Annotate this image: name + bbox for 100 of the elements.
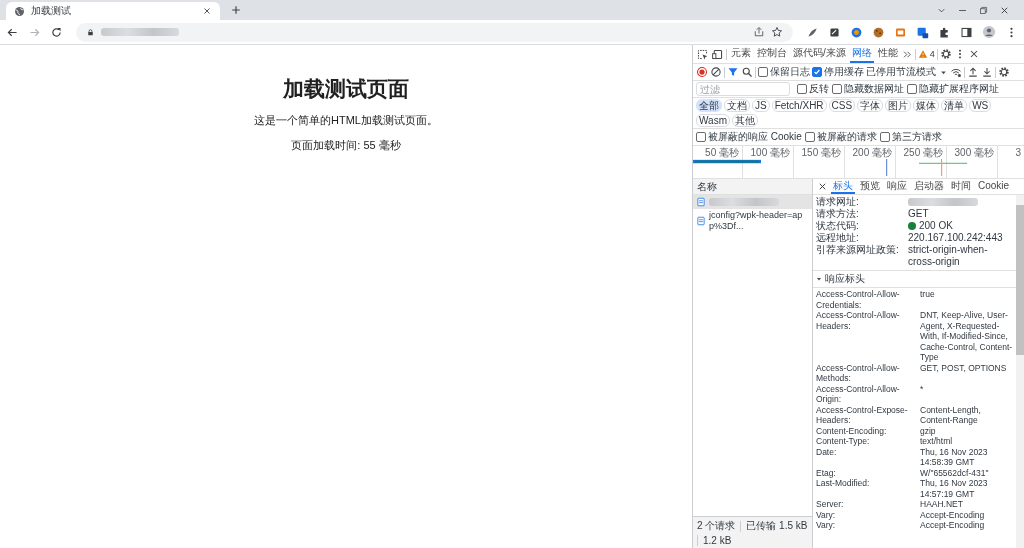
cookie-icon[interactable]: [872, 25, 885, 39]
throttling-dropdown[interactable]: 已停用节流模式: [866, 65, 948, 79]
issues-count: 4: [929, 49, 935, 59]
detail-tab[interactable]: 预览: [858, 179, 882, 194]
checkbox[interactable]: [696, 132, 706, 142]
header-name: Access-Control-Allow-Origin:: [816, 383, 901, 405]
extension-icon[interactable]: [916, 25, 929, 39]
column-header[interactable]: 名称: [693, 179, 812, 195]
checkbox-label: 隐藏扩展程序网址: [919, 82, 999, 96]
share-icon[interactable]: [753, 26, 765, 38]
clear-icon[interactable]: [710, 66, 722, 78]
header-value: gzip: [920, 425, 937, 436]
detail-tab[interactable]: 时间: [949, 179, 973, 194]
type-filter-button[interactable]: 清单: [941, 99, 968, 112]
type-filter-button[interactable]: 全部: [696, 99, 722, 112]
restore-icon[interactable]: [978, 4, 989, 16]
search-icon[interactable]: [741, 66, 753, 78]
detail-tab[interactable]: 响应: [885, 179, 909, 194]
checkbox-label: 停用缓存: [824, 65, 864, 79]
close-icon[interactable]: [202, 6, 212, 16]
type-filter-button[interactable]: CSS: [828, 99, 856, 112]
header-value: true: [920, 289, 936, 301]
header-name: Access-Control-Allow-Headers:: [816, 310, 901, 333]
checkbox[interactable]: [907, 84, 917, 94]
header-name: Access-Control-Allow-Credentials:: [816, 289, 901, 310]
checkbox[interactable]: [797, 84, 807, 94]
header-name: Vary:: [816, 509, 837, 520]
type-filter-button[interactable]: Wasm: [696, 114, 730, 127]
star-icon[interactable]: [771, 26, 783, 38]
download-icon[interactable]: [981, 66, 993, 78]
checkbox-label: 被屏蔽的请求: [816, 130, 877, 144]
sidebar-icon[interactable]: [960, 25, 973, 39]
checkbox-label: 被屏蔽的响应 Cookie: [708, 130, 802, 144]
header-name: 远程地址:: [816, 232, 860, 244]
avatar-icon[interactable]: [982, 25, 996, 39]
type-filter-button[interactable]: 其他: [731, 114, 758, 127]
checkbox[interactable]: [832, 84, 842, 94]
header-name: Etag:: [816, 467, 837, 478]
page-heading: 加载测试页面: [283, 76, 409, 102]
new-tab-icon[interactable]: [230, 4, 242, 16]
time-tick-label: 200 毫秒: [852, 147, 892, 159]
reload-icon[interactable]: [50, 25, 63, 39]
panel-tab[interactable]: 性能: [875, 45, 900, 63]
header-value: 220.167.100.242:443: [908, 232, 1004, 244]
header-name: Last-Modified:: [816, 478, 871, 490]
inspect-icon[interactable]: [696, 47, 709, 61]
section-header[interactable]: 响应标头: [813, 271, 1016, 288]
extension-icon[interactable]: [850, 25, 863, 39]
panel-tab[interactable]: 源代码/来源: [791, 45, 848, 63]
detail-tab[interactable]: 标头: [831, 179, 855, 194]
header-value: *: [920, 383, 925, 396]
close-icon[interactable]: [817, 181, 828, 192]
request-row[interactable]: jconfig?wpk-header=app%3Df...: [693, 209, 812, 233]
checkbox[interactable]: [804, 132, 815, 142]
document-icon: [696, 197, 706, 207]
header-value: Accept-Encoding: [920, 520, 986, 531]
browser-tab[interactable]: 加载测试: [6, 2, 220, 20]
type-filter-button[interactable]: 文档: [724, 99, 750, 112]
panel-tab[interactable]: 控制台: [755, 45, 789, 63]
note-icon[interactable]: [828, 25, 841, 39]
header-value: HAAH.NET: [920, 499, 964, 510]
panel-tab[interactable]: 网络: [849, 45, 874, 63]
checkbox[interactable]: [879, 132, 890, 142]
feather-icon[interactable]: [806, 25, 819, 39]
checkbox[interactable]: [812, 67, 822, 77]
detail-tab[interactable]: 启动器: [912, 179, 946, 194]
scrollbar[interactable]: [1016, 195, 1024, 548]
header-name: 状态代码:: [816, 220, 860, 232]
type-filter-button[interactable]: Fetch/XHR: [771, 99, 827, 112]
issues-counter[interactable]: 4: [917, 49, 935, 59]
time-tick-label: 150 毫秒: [801, 147, 841, 159]
record-icon[interactable]: [696, 66, 708, 78]
header-name: Date:: [816, 446, 838, 459]
header-value: text/html: [920, 436, 954, 447]
header-value: Thu, 16 Nov 2023 14:57:19 GMT: [920, 478, 989, 499]
checkbox-label: 第三方请求: [891, 130, 942, 144]
document-icon: [696, 216, 706, 226]
wifi-settings-icon[interactable]: [950, 66, 962, 78]
type-filter-button[interactable]: WS: [969, 99, 992, 112]
type-filter-button[interactable]: 字体: [857, 99, 884, 112]
header-value: GET, POST, OPTIONS: [920, 362, 1008, 375]
status-text: 2 个请求: [697, 519, 736, 533]
header-name: Access-Control-Expose-Headers:: [816, 404, 909, 426]
header-name: Content-Encoding:: [816, 425, 888, 436]
type-filter-button[interactable]: JS: [752, 99, 770, 112]
device-icon[interactable]: [711, 47, 724, 61]
upload-icon[interactable]: [967, 66, 979, 78]
settings-icon[interactable]: [939, 48, 952, 60]
filter-field[interactable]: 过滤: [696, 82, 790, 96]
puzzle-icon[interactable]: [938, 25, 951, 39]
globe-icon: [14, 5, 25, 17]
lock-icon: [86, 27, 95, 37]
settings-icon[interactable]: [998, 66, 1010, 78]
filter-icon[interactable]: [727, 66, 739, 78]
detail-tab[interactable]: Cookie: [976, 179, 1012, 194]
panel-tab[interactable]: 元素: [729, 45, 753, 63]
type-filter-button[interactable]: 图片: [885, 99, 912, 112]
checkbox[interactable]: [758, 67, 768, 77]
more-tabs-icon[interactable]: [901, 48, 913, 60]
type-filter-button[interactable]: 媒体: [913, 99, 940, 112]
